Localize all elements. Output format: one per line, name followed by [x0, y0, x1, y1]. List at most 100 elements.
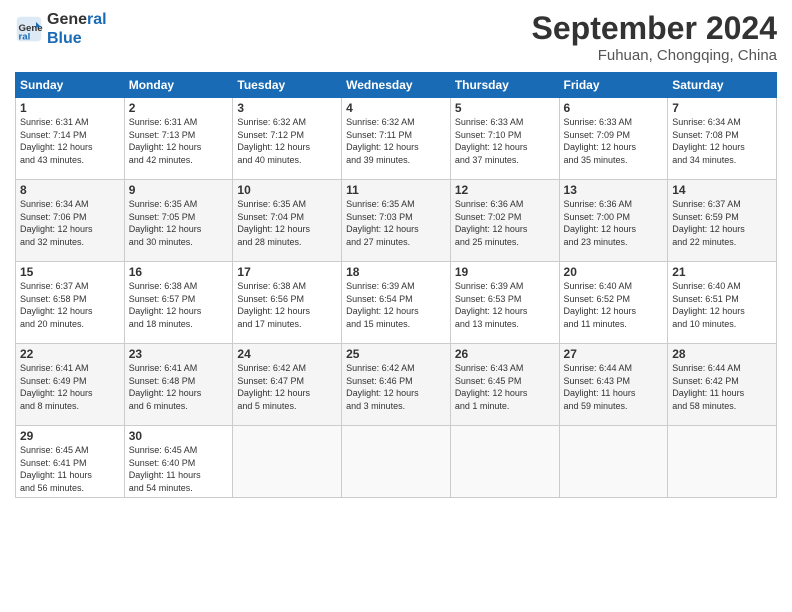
calendar-cell: [450, 426, 559, 498]
day-info: Sunrise: 6:31 AMSunset: 7:13 PMDaylight:…: [129, 116, 229, 166]
month-year-title: September 2024: [532, 10, 777, 47]
day-info: Sunrise: 6:36 AMSunset: 7:02 PMDaylight:…: [455, 198, 555, 248]
day-info: Sunrise: 6:43 AMSunset: 6:45 PMDaylight:…: [455, 362, 555, 412]
weekday-header-saturday: Saturday: [668, 73, 777, 98]
calendar-cell: 14Sunrise: 6:37 AMSunset: 6:59 PMDayligh…: [668, 180, 777, 262]
day-number: 6: [564, 101, 664, 115]
day-info: Sunrise: 6:34 AMSunset: 7:06 PMDaylight:…: [20, 198, 120, 248]
day-info: Sunrise: 6:35 AMSunset: 7:04 PMDaylight:…: [237, 198, 337, 248]
day-info: Sunrise: 6:37 AMSunset: 6:58 PMDaylight:…: [20, 280, 120, 330]
day-number: 15: [20, 265, 120, 279]
calendar-cell: 26Sunrise: 6:43 AMSunset: 6:45 PMDayligh…: [450, 344, 559, 426]
calendar-cell: [559, 426, 668, 498]
day-number: 19: [455, 265, 555, 279]
calendar-cell: 12Sunrise: 6:36 AMSunset: 7:02 PMDayligh…: [450, 180, 559, 262]
day-number: 1: [20, 101, 120, 115]
weekday-header-wednesday: Wednesday: [342, 73, 451, 98]
logo: Gene ral General Blue: [15, 10, 107, 48]
day-info: Sunrise: 6:39 AMSunset: 6:54 PMDaylight:…: [346, 280, 446, 330]
location-subtitle: Fuhuan, Chongqing, China: [532, 47, 777, 64]
day-number: 7: [672, 101, 772, 115]
calendar-page: Gene ral General Blue September 2024 Fuh…: [0, 0, 792, 612]
calendar-cell: 28Sunrise: 6:44 AMSunset: 6:42 PMDayligh…: [668, 344, 777, 426]
calendar-cell: 6Sunrise: 6:33 AMSunset: 7:09 PMDaylight…: [559, 98, 668, 180]
calendar-week-1: 1Sunrise: 6:31 AMSunset: 7:14 PMDaylight…: [16, 98, 777, 180]
day-number: 10: [237, 183, 337, 197]
day-number: 11: [346, 183, 446, 197]
day-number: 3: [237, 101, 337, 115]
calendar-cell: [668, 426, 777, 498]
calendar-cell: 18Sunrise: 6:39 AMSunset: 6:54 PMDayligh…: [342, 262, 451, 344]
weekday-header-row: SundayMondayTuesdayWednesdayThursdayFrid…: [16, 73, 777, 98]
calendar-week-3: 15Sunrise: 6:37 AMSunset: 6:58 PMDayligh…: [16, 262, 777, 344]
day-info: Sunrise: 6:45 AMSunset: 6:40 PMDaylight:…: [129, 444, 229, 494]
day-number: 9: [129, 183, 229, 197]
weekday-header-tuesday: Tuesday: [233, 73, 342, 98]
day-info: Sunrise: 6:42 AMSunset: 6:47 PMDaylight:…: [237, 362, 337, 412]
weekday-header-friday: Friday: [559, 73, 668, 98]
day-info: Sunrise: 6:31 AMSunset: 7:14 PMDaylight:…: [20, 116, 120, 166]
day-info: Sunrise: 6:36 AMSunset: 7:00 PMDaylight:…: [564, 198, 664, 248]
title-block: September 2024 Fuhuan, Chongqing, China: [532, 10, 777, 64]
day-number: 29: [20, 429, 120, 443]
day-info: Sunrise: 6:38 AMSunset: 6:56 PMDaylight:…: [237, 280, 337, 330]
calendar-cell: 20Sunrise: 6:40 AMSunset: 6:52 PMDayligh…: [559, 262, 668, 344]
logo-icon: Gene ral: [15, 15, 43, 43]
calendar-cell: 8Sunrise: 6:34 AMSunset: 7:06 PMDaylight…: [16, 180, 125, 262]
day-number: 21: [672, 265, 772, 279]
calendar-cell: 27Sunrise: 6:44 AMSunset: 6:43 PMDayligh…: [559, 344, 668, 426]
weekday-header-sunday: Sunday: [16, 73, 125, 98]
day-number: 8: [20, 183, 120, 197]
calendar-cell: 5Sunrise: 6:33 AMSunset: 7:10 PMDaylight…: [450, 98, 559, 180]
calendar-cell: 9Sunrise: 6:35 AMSunset: 7:05 PMDaylight…: [124, 180, 233, 262]
day-info: Sunrise: 6:35 AMSunset: 7:05 PMDaylight:…: [129, 198, 229, 248]
day-info: Sunrise: 6:37 AMSunset: 6:59 PMDaylight:…: [672, 198, 772, 248]
day-info: Sunrise: 6:40 AMSunset: 6:52 PMDaylight:…: [564, 280, 664, 330]
calendar-cell: 10Sunrise: 6:35 AMSunset: 7:04 PMDayligh…: [233, 180, 342, 262]
day-info: Sunrise: 6:33 AMSunset: 7:09 PMDaylight:…: [564, 116, 664, 166]
day-number: 30: [129, 429, 229, 443]
weekday-header-thursday: Thursday: [450, 73, 559, 98]
calendar-cell: 25Sunrise: 6:42 AMSunset: 6:46 PMDayligh…: [342, 344, 451, 426]
day-number: 16: [129, 265, 229, 279]
calendar-week-4: 22Sunrise: 6:41 AMSunset: 6:49 PMDayligh…: [16, 344, 777, 426]
header: Gene ral General Blue September 2024 Fuh…: [15, 10, 777, 64]
day-number: 17: [237, 265, 337, 279]
day-number: 2: [129, 101, 229, 115]
calendar-cell: 7Sunrise: 6:34 AMSunset: 7:08 PMDaylight…: [668, 98, 777, 180]
calendar-cell: 4Sunrise: 6:32 AMSunset: 7:11 PMDaylight…: [342, 98, 451, 180]
day-info: Sunrise: 6:45 AMSunset: 6:41 PMDaylight:…: [20, 444, 120, 494]
day-info: Sunrise: 6:39 AMSunset: 6:53 PMDaylight:…: [455, 280, 555, 330]
day-info: Sunrise: 6:41 AMSunset: 6:48 PMDaylight:…: [129, 362, 229, 412]
day-number: 22: [20, 347, 120, 361]
calendar-cell: [233, 426, 342, 498]
day-info: Sunrise: 6:33 AMSunset: 7:10 PMDaylight:…: [455, 116, 555, 166]
day-info: Sunrise: 6:34 AMSunset: 7:08 PMDaylight:…: [672, 116, 772, 166]
calendar-cell: 21Sunrise: 6:40 AMSunset: 6:51 PMDayligh…: [668, 262, 777, 344]
calendar-cell: 16Sunrise: 6:38 AMSunset: 6:57 PMDayligh…: [124, 262, 233, 344]
day-info: Sunrise: 6:32 AMSunset: 7:11 PMDaylight:…: [346, 116, 446, 166]
day-number: 23: [129, 347, 229, 361]
calendar-week-2: 8Sunrise: 6:34 AMSunset: 7:06 PMDaylight…: [16, 180, 777, 262]
svg-text:ral: ral: [19, 32, 31, 43]
weekday-header-monday: Monday: [124, 73, 233, 98]
calendar-cell: 3Sunrise: 6:32 AMSunset: 7:12 PMDaylight…: [233, 98, 342, 180]
day-number: 4: [346, 101, 446, 115]
day-info: Sunrise: 6:38 AMSunset: 6:57 PMDaylight:…: [129, 280, 229, 330]
day-number: 24: [237, 347, 337, 361]
day-number: 18: [346, 265, 446, 279]
day-info: Sunrise: 6:44 AMSunset: 6:42 PMDaylight:…: [672, 362, 772, 412]
day-info: Sunrise: 6:40 AMSunset: 6:51 PMDaylight:…: [672, 280, 772, 330]
day-number: 13: [564, 183, 664, 197]
calendar-cell: 11Sunrise: 6:35 AMSunset: 7:03 PMDayligh…: [342, 180, 451, 262]
day-number: 28: [672, 347, 772, 361]
day-number: 14: [672, 183, 772, 197]
calendar-cell: 22Sunrise: 6:41 AMSunset: 6:49 PMDayligh…: [16, 344, 125, 426]
day-number: 27: [564, 347, 664, 361]
day-info: Sunrise: 6:41 AMSunset: 6:49 PMDaylight:…: [20, 362, 120, 412]
calendar-table: SundayMondayTuesdayWednesdayThursdayFrid…: [15, 72, 777, 498]
calendar-body: 1Sunrise: 6:31 AMSunset: 7:14 PMDaylight…: [16, 98, 777, 498]
day-number: 25: [346, 347, 446, 361]
day-number: 5: [455, 101, 555, 115]
calendar-cell: 24Sunrise: 6:42 AMSunset: 6:47 PMDayligh…: [233, 344, 342, 426]
